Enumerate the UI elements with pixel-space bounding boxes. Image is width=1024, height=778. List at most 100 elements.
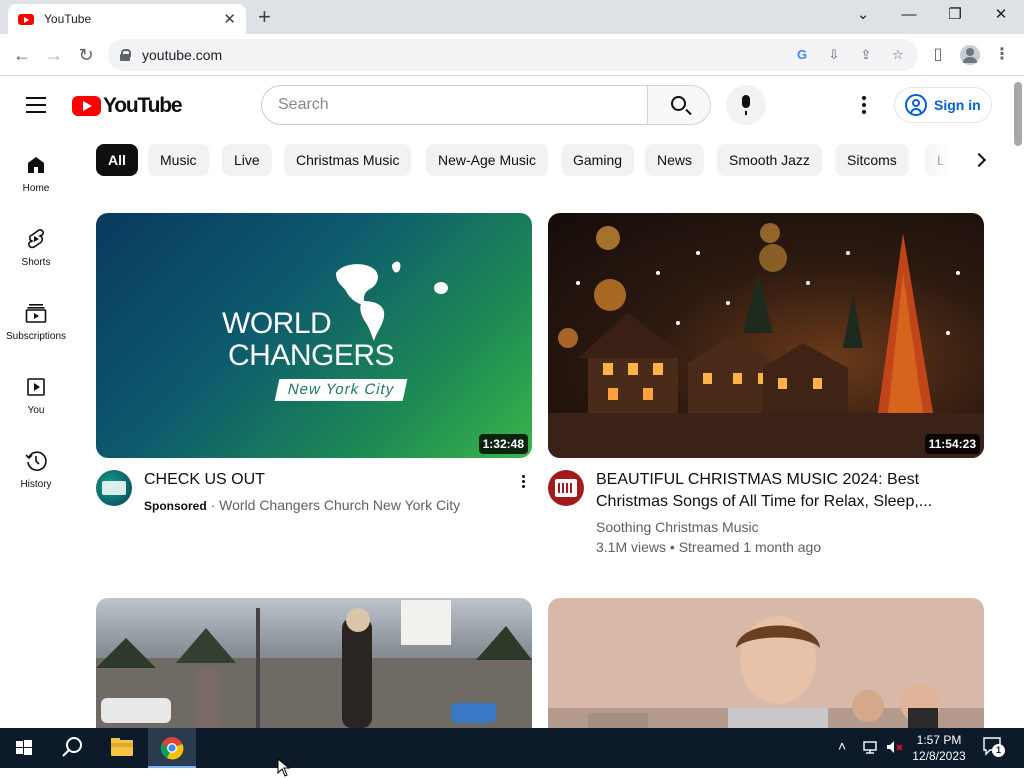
profile-icon[interactable] xyxy=(958,43,982,67)
shorts-icon xyxy=(24,227,48,251)
chip-smooth-jazz[interactable]: Smooth Jazz xyxy=(717,144,822,176)
reload-icon[interactable]: ↻ xyxy=(74,43,98,67)
voice-search-button[interactable] xyxy=(726,85,766,125)
guide-item-history[interactable]: History xyxy=(0,429,72,503)
chip-gaming[interactable]: Gaming xyxy=(561,144,635,176)
home-icon xyxy=(24,153,48,177)
notification-icon[interactable]: 1 xyxy=(982,736,1006,758)
video-more-icon[interactable] xyxy=(516,474,530,492)
youtube-masthead: YouTube Search Sign in xyxy=(0,77,1012,133)
thumbnail-title-1: WORLD xyxy=(222,307,332,340)
meta-separator: · xyxy=(210,497,216,513)
guide-label: You xyxy=(27,405,45,416)
chip-music[interactable]: Music xyxy=(148,144,209,176)
browser-tab[interactable]: YouTube ✕ xyxy=(8,4,246,34)
scrollbar-thumb[interactable] xyxy=(1014,82,1022,146)
forward-arrow-icon[interactable]: → xyxy=(42,43,66,67)
share-icon[interactable]: ⇪ xyxy=(858,47,874,63)
url-text[interactable]: youtube.com xyxy=(142,47,222,63)
windows-start-icon[interactable] xyxy=(0,728,48,768)
video-duration: 11:54:23 xyxy=(924,434,980,454)
search-button[interactable] xyxy=(647,85,711,125)
video-thumbnail[interactable]: 11:54:23 xyxy=(548,213,984,458)
notification-count: 1 xyxy=(992,744,1005,757)
clock-time: 1:57 PM xyxy=(916,733,962,747)
settings-more-icon[interactable] xyxy=(854,95,874,115)
lock-icon[interactable] xyxy=(120,49,131,61)
sign-in-button[interactable]: Sign in xyxy=(894,87,992,123)
chip-christmas-music[interactable]: Christmas Music xyxy=(284,144,412,176)
street-scene-image xyxy=(96,600,532,728)
christmas-scene-image xyxy=(548,223,984,458)
install-app-icon[interactable]: ⇩ xyxy=(826,47,842,63)
tab-search-icon[interactable]: ⌄ xyxy=(848,4,878,26)
channel-name[interactable]: Soothing Christmas Music xyxy=(596,517,976,537)
search-input[interactable]: Search xyxy=(261,85,648,125)
file-explorer-icon[interactable] xyxy=(98,728,146,768)
video-title[interactable]: CHECK US OUT xyxy=(144,469,504,491)
microphone-icon xyxy=(742,95,750,115)
youtube-play-icon xyxy=(72,96,101,116)
video-title-line-1[interactable]: BEAUTIFUL CHRISTMAS MUSIC 2024: Best xyxy=(596,469,986,491)
thumbnail-subtitle: New York City xyxy=(274,379,408,401)
close-window-button[interactable]: ✕ xyxy=(986,4,1016,26)
side-panel-icon[interactable]: ▯ xyxy=(926,43,950,67)
guide-item-shorts[interactable]: Shorts xyxy=(0,207,72,281)
address-bar[interactable]: youtube.com G ⇩ ⇪ ☆ xyxy=(108,39,918,71)
channel-avatar[interactable] xyxy=(96,470,132,506)
bookmark-star-icon[interactable]: ☆ xyxy=(890,47,906,63)
mouse-cursor-icon xyxy=(277,758,291,777)
restore-button[interactable]: ❐ xyxy=(940,4,970,26)
menu-icon[interactable] xyxy=(26,97,46,113)
guide-label: History xyxy=(20,479,52,490)
guide-label: Subscriptions xyxy=(5,331,67,342)
browser-toolbar: ← → ↻ youtube.com G ⇩ ⇪ ☆ ▯ ⋮ xyxy=(0,34,1024,76)
video-thumbnail[interactable] xyxy=(96,598,532,728)
logo-text: YouTube xyxy=(103,94,183,117)
google-lens-icon[interactable]: G xyxy=(794,47,810,63)
tab-title: YouTube xyxy=(44,12,92,26)
you-icon xyxy=(24,375,48,399)
search-icon xyxy=(671,96,686,111)
browser-tab-strip: YouTube ✕ + ⌄ — ❐ ✕ xyxy=(0,0,1024,34)
back-arrow-icon[interactable]: ← xyxy=(10,43,34,67)
thumbnail-title-2: CHANGERS xyxy=(228,339,395,372)
minimize-button[interactable]: — xyxy=(894,4,924,26)
search-icon[interactable] xyxy=(48,728,96,768)
account-icon xyxy=(905,94,927,116)
courtroom-image xyxy=(548,616,984,728)
chip-all[interactable]: All xyxy=(96,144,138,176)
channel-avatar[interactable] xyxy=(548,470,584,506)
network-icon[interactable] xyxy=(862,738,880,756)
volume-muted-icon[interactable] xyxy=(884,738,904,756)
taskbar-clock[interactable]: 1:57 PM 12/8/2023 xyxy=(906,732,972,764)
scrollbar-track[interactable] xyxy=(1012,77,1024,728)
chrome-menu-icon[interactable]: ⋮ xyxy=(990,43,1014,67)
video-stats: 3.1M views • Streamed 1 month ago xyxy=(596,539,822,555)
video-thumbnail[interactable]: WORLD CHANGERS New York City 1:32:48 xyxy=(96,213,532,458)
chip-new-age-music[interactable]: New-Age Music xyxy=(426,144,549,176)
subscriptions-icon xyxy=(24,301,48,325)
guide-item-subscriptions[interactable]: Subscriptions xyxy=(0,281,72,355)
channel-name[interactable]: World Changers Church New York City xyxy=(219,497,460,513)
youtube-logo[interactable]: YouTube xyxy=(72,94,183,118)
chevron-right-icon[interactable] xyxy=(966,146,994,174)
new-tab-button[interactable]: + xyxy=(258,5,271,29)
windows-taskbar: ˄ 1:57 PM 12/8/2023 1 xyxy=(0,728,1024,768)
guide-item-home[interactable]: Home xyxy=(0,133,72,207)
tab-close-icon[interactable]: ✕ xyxy=(223,10,236,28)
video-thumbnail[interactable] xyxy=(548,598,984,728)
guide-item-you[interactable]: You xyxy=(0,355,72,429)
chip-live[interactable]: Live xyxy=(222,144,272,176)
tray-chevron-up-icon[interactable]: ˄ xyxy=(838,738,846,754)
video-title-line-2[interactable]: Christmas Songs of All Time for Relax, S… xyxy=(596,491,986,513)
search-placeholder: Search xyxy=(278,96,329,113)
guide-label: Home xyxy=(22,183,50,194)
chip-sitcoms[interactable]: Sitcoms xyxy=(835,144,909,176)
chrome-taskbar-icon[interactable] xyxy=(148,728,196,768)
guide-label: Shorts xyxy=(21,257,51,268)
video-meta: Sponsored · World Changers Church New Yo… xyxy=(144,495,524,516)
sponsored-badge: Sponsored xyxy=(144,499,207,513)
chip-news[interactable]: News xyxy=(645,144,705,176)
sign-in-label: Sign in xyxy=(934,97,981,113)
